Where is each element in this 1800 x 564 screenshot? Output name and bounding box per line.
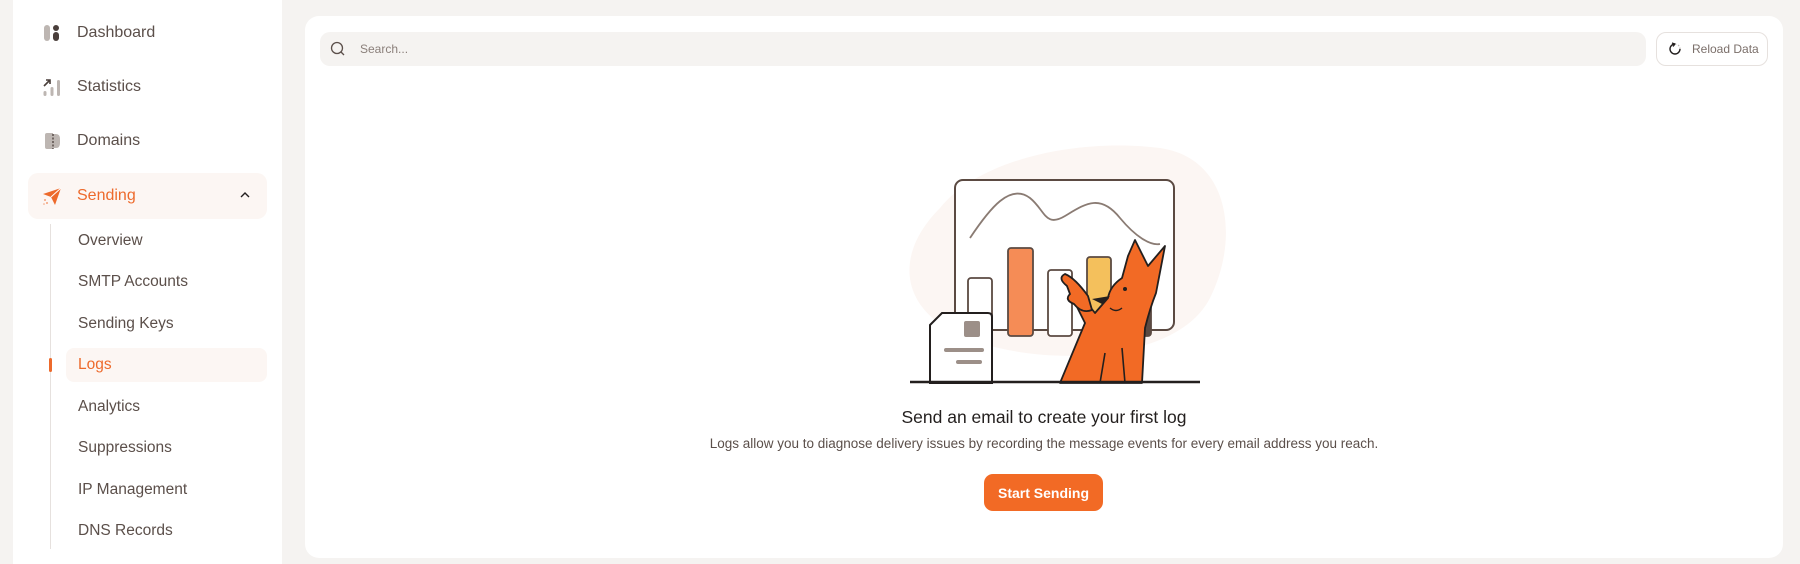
submenu-guide-line <box>50 224 51 549</box>
start-sending-button[interactable]: Start Sending <box>984 474 1103 511</box>
sidebar-subitem-overview[interactable]: Overview <box>66 224 267 258</box>
sidebar-subitem-suppressions[interactable]: Suppressions <box>66 431 267 465</box>
reload-data-button[interactable]: Reload Data <box>1656 32 1768 66</box>
sidebar-item-sending[interactable]: Sending <box>28 173 267 219</box>
empty-state-description: Logs allow you to diagnose delivery issu… <box>709 436 1379 451</box>
sidebar-subitem-dns-records[interactable]: DNS Records <box>66 514 267 548</box>
sidebar-item-statistics[interactable]: Statistics <box>28 64 267 110</box>
sidebar-item-label: Domains <box>77 132 141 149</box>
main-panel: Reload Data Send a <box>305 16 1783 558</box>
sidebar-subitem-analytics[interactable]: Analytics <box>66 390 267 424</box>
empty-state-illustration <box>860 128 1260 390</box>
search-bar[interactable] <box>320 32 1646 66</box>
dashboard-icon <box>41 22 63 44</box>
chart-bar-2 <box>1007 247 1034 337</box>
sidebar-subitem-ip-management[interactable]: IP Management <box>66 473 267 507</box>
sidebar-item-label: Statistics <box>77 78 142 95</box>
paper-plane-icon <box>41 185 63 207</box>
chevron-up-icon[interactable] <box>237 187 253 203</box>
statistics-icon <box>41 76 63 98</box>
search-icon <box>329 40 347 58</box>
sidebar-item-label: Sending <box>77 187 136 204</box>
active-indicator <box>49 358 52 372</box>
sidebar-item-domains[interactable]: Domains <box>28 118 267 164</box>
empty-state-title: Send an email to create your first log <box>901 407 1187 427</box>
sidebar-item-dashboard[interactable]: Dashboard <box>28 10 267 56</box>
reload-icon <box>1668 42 1682 56</box>
search-input[interactable] <box>360 42 1560 56</box>
sidebar-item-label: Dashboard <box>77 24 156 41</box>
sidebar: Dashboard Statistics Domains Sending Ove… <box>13 0 282 564</box>
reload-data-label: Reload Data <box>1692 42 1759 56</box>
sidebar-subitem-logs[interactable]: Logs <box>66 348 267 382</box>
domains-icon <box>41 130 63 152</box>
sidebar-subitem-smtp-accounts[interactable]: SMTP Accounts <box>66 265 267 299</box>
sidebar-subitem-sending-keys[interactable]: Sending Keys <box>66 307 267 341</box>
